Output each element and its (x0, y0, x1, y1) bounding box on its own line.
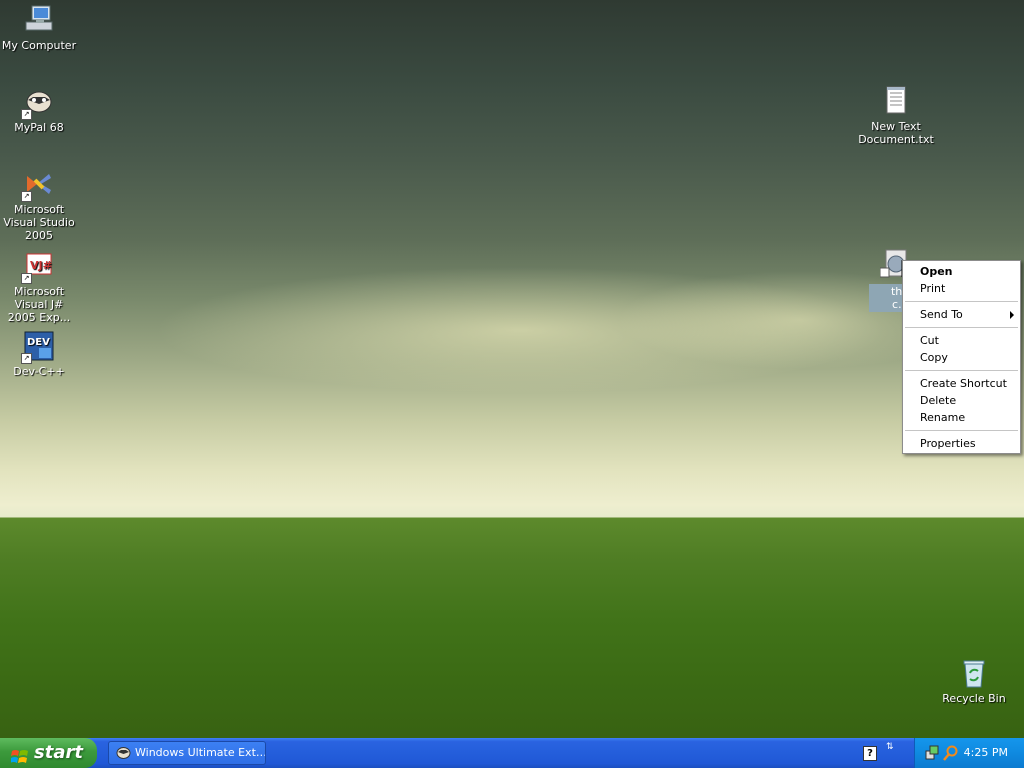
taskbar-button-windows-ultimate-ext[interactable]: Windows Ultimate Ext… (108, 741, 266, 765)
menu-item-delete[interactable]: Delete (903, 392, 1020, 409)
help-icon[interactable]: ? (863, 746, 877, 761)
menu-item-send-to[interactable]: Send To (903, 306, 1020, 323)
shortcut-arrow-icon: ↗ (21, 273, 32, 284)
menu-separator (905, 301, 1018, 302)
menu-item-cut[interactable]: Cut (903, 332, 1020, 349)
svg-text:VJ#: VJ# (30, 259, 52, 272)
taskbar: start Windows Ultimate Ext… ? ⇅ 4:25 PM (0, 738, 1024, 768)
network-icon[interactable] (925, 745, 939, 761)
menu-separator (905, 327, 1018, 328)
search-icon[interactable] (943, 745, 959, 761)
shortcut-arrow-icon: ↗ (21, 191, 32, 202)
clock[interactable]: 4:25 PM (964, 738, 1008, 768)
context-menu: Open Print Send To Cut Copy Create Short… (902, 260, 1021, 454)
menu-item-properties[interactable]: Properties (903, 435, 1020, 452)
menu-item-label: Send To (920, 308, 963, 321)
desktop-icon-mypal[interactable]: ↗ MyPal 68 (0, 86, 79, 134)
desktop-icon-label: MyPal 68 (14, 121, 64, 134)
menu-separator (905, 430, 1018, 431)
submenu-arrow-icon (1010, 311, 1014, 319)
recycle-bin-icon (958, 657, 990, 689)
system-tray: 4:25 PM (914, 738, 1024, 768)
menu-separator (905, 370, 1018, 371)
taskbar-button-label: Windows Ultimate Ext… (135, 746, 266, 759)
mypal-icon: ↗ (21, 86, 55, 120)
start-label: start (34, 742, 83, 763)
computer-icon (23, 4, 55, 36)
desktop-icon-my-computer[interactable]: My Computer (0, 4, 79, 52)
desktop[interactable]: My Computer ↗ MyPal 68 ↗ Microsoft Visua… (0, 0, 1024, 738)
menu-item-create-shortcut[interactable]: Create Shortcut (903, 375, 1020, 392)
desktop-icon-new-text-document[interactable]: New Text Document.txt (856, 85, 936, 146)
start-button[interactable]: start (0, 738, 97, 768)
menu-item-print[interactable]: Print (903, 280, 1020, 297)
input-language-icon[interactable]: ⇅ (886, 743, 898, 763)
shortcut-arrow-icon: ↗ (21, 109, 32, 120)
menu-item-copy[interactable]: Copy (903, 349, 1020, 366)
svg-text:DEV: DEV (27, 337, 50, 348)
desktop-icon-label: Recycle Bin (942, 692, 1006, 705)
desktop-icon-label: New Text Document.txt (858, 120, 934, 146)
desktop-icon-dev-cpp[interactable]: DEV ↗ Dev-C++ (0, 330, 79, 378)
visual-studio-icon: ↗ (21, 168, 55, 202)
desktop-icon-visual-jsharp[interactable]: VJ# ↗ Microsoft Visual J# 2005 Exp... (0, 250, 79, 324)
shortcut-arrow-icon: ↗ (21, 353, 32, 364)
mypal-icon (116, 746, 131, 760)
desktop-icon-recycle-bin[interactable]: Recycle Bin (934, 657, 1014, 705)
desktop-icon-label: My Computer (1, 39, 77, 52)
dev-cpp-icon: DEV ↗ (21, 330, 55, 364)
text-document-icon (880, 85, 912, 117)
desktop-icon-label: Microsoft Visual J# 2005 Exp... (7, 285, 71, 324)
windows-flag-icon (10, 745, 29, 763)
visual-jsharp-icon: VJ# ↗ (21, 250, 55, 284)
desktop-icon-visual-studio[interactable]: ↗ Microsoft Visual Studio 2005 (0, 168, 79, 242)
menu-item-open[interactable]: Open (903, 263, 1020, 280)
desktop-icon-label: Microsoft Visual Studio 2005 (3, 203, 75, 242)
desktop-icon-label: Dev-C++ (13, 365, 65, 378)
menu-item-rename[interactable]: Rename (903, 409, 1020, 426)
